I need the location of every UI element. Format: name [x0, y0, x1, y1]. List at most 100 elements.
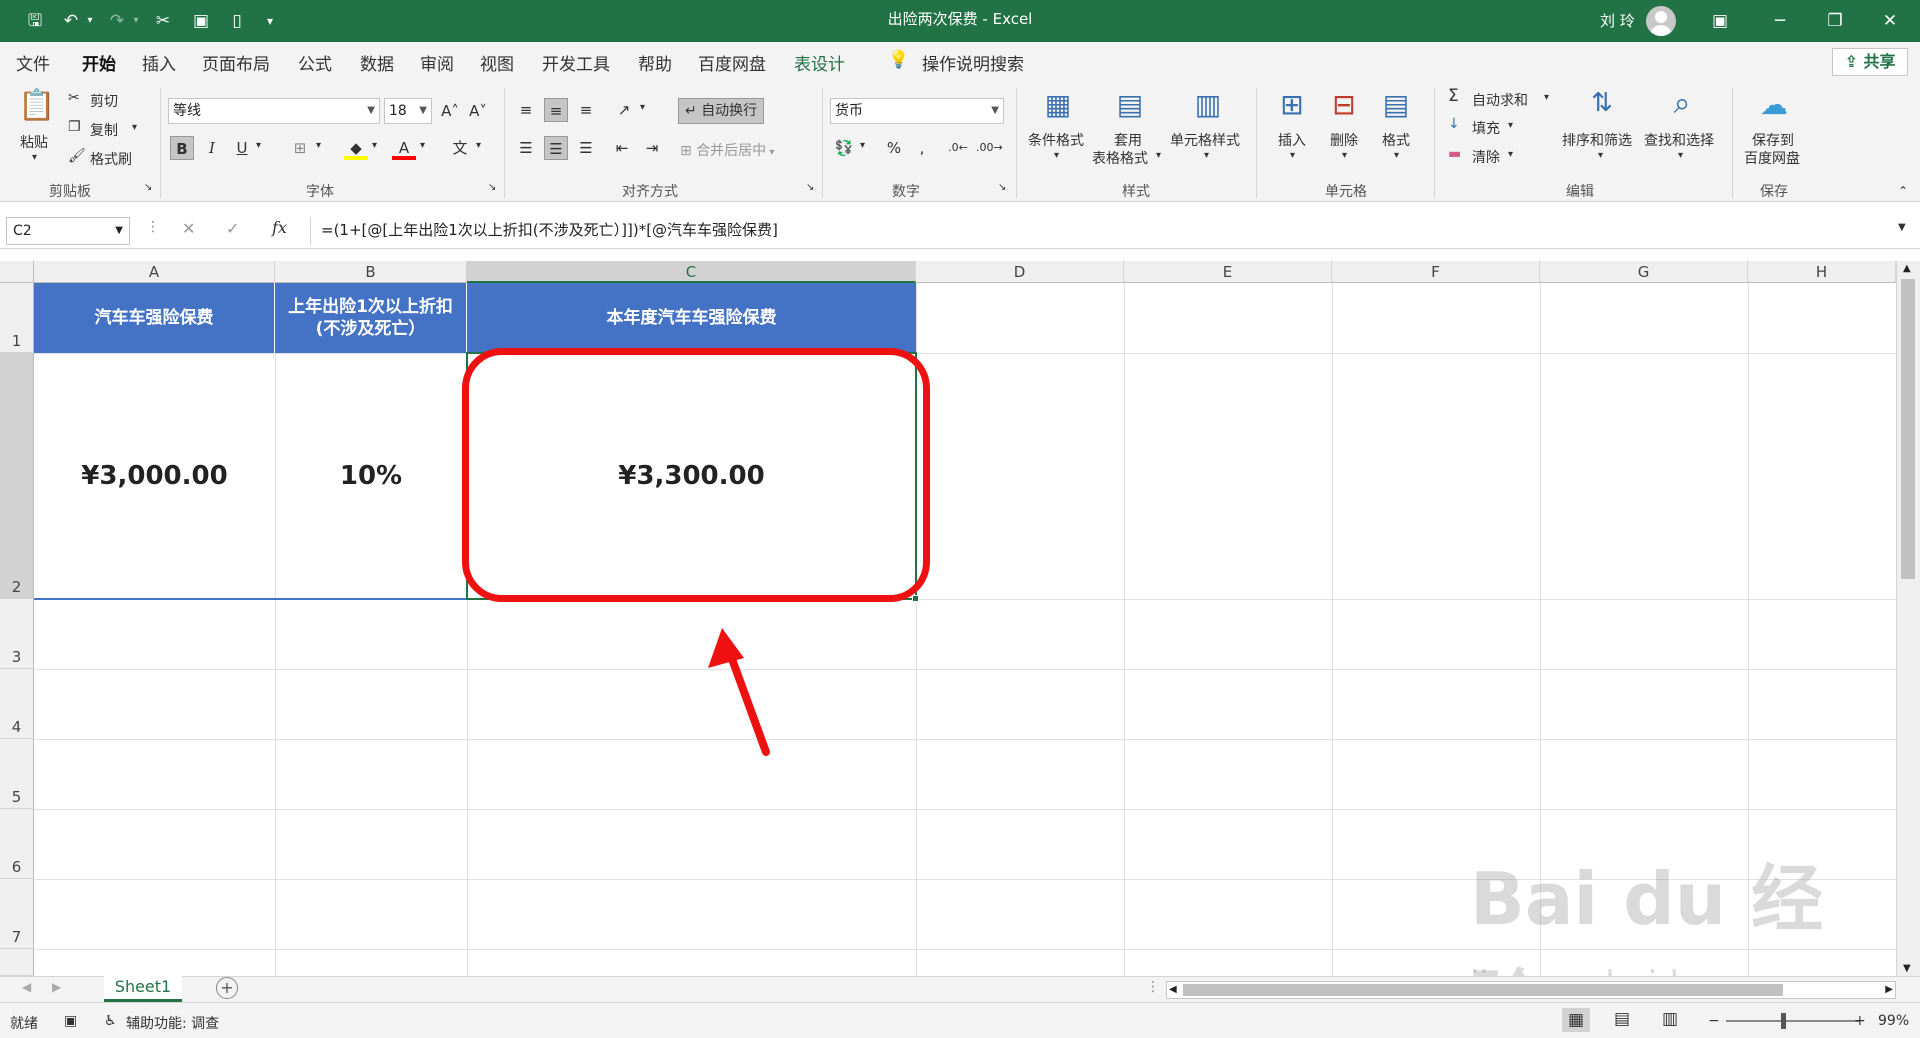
find-select-icon[interactable]: ⌕	[1664, 86, 1700, 121]
horizontal-scrollbar[interactable]: ◀ ▶	[1166, 981, 1896, 999]
ribbon-display-icon[interactable]: ▣	[1690, 0, 1750, 42]
increase-font-icon[interactable]: A˄	[438, 99, 462, 123]
number-format-select[interactable]: 货币 ▼	[830, 98, 1004, 124]
prev-sheet-icon[interactable]: ◀	[22, 980, 31, 994]
row-header-8[interactable]	[0, 949, 34, 976]
table-format-dropdown-icon[interactable]: ▾	[1156, 150, 1161, 161]
tab-home[interactable]: 开始	[82, 50, 116, 83]
font-name-select[interactable]: 等线 ▼	[168, 98, 380, 124]
align-bottom-icon[interactable]: ≡	[574, 98, 598, 122]
cut-icon-ribbon[interactable]: ✂	[68, 90, 80, 106]
table-format-icon[interactable]: ▤	[1112, 88, 1148, 121]
column-header-b[interactable]: B	[275, 261, 467, 283]
autosum-icon[interactable]: Σ	[1448, 86, 1459, 106]
copy-icon[interactable]: ❐	[68, 119, 81, 135]
column-header-h[interactable]: H	[1748, 261, 1896, 283]
insert-cells-icon[interactable]: ⊞	[1274, 88, 1310, 121]
sort-filter-icon[interactable]: ⇅	[1584, 88, 1620, 118]
tab-formulas[interactable]: 公式	[298, 50, 332, 75]
increase-indent-icon[interactable]: ⇥	[640, 136, 664, 160]
bold-button[interactable]: B	[170, 136, 194, 160]
h-scroll-thumb[interactable]	[1183, 984, 1783, 996]
table-header-cell-b[interactable]: 上年出险1次以上折扣 (不涉及死亡）	[275, 283, 467, 353]
delete-dropdown-icon[interactable]: ▾	[1342, 150, 1347, 161]
next-sheet-icon[interactable]: ▶	[52, 980, 61, 994]
tell-me-search[interactable]: 操作说明搜索	[922, 50, 1024, 75]
fill-color-dropdown-icon[interactable]: ▾	[372, 140, 377, 151]
scroll-down-icon[interactable]: ▼	[1903, 963, 1911, 974]
percent-button[interactable]: %	[882, 136, 906, 160]
page-layout-view-icon[interactable]: ▤	[1614, 1009, 1630, 1029]
font-size-select[interactable]: 18 ▼	[384, 98, 432, 124]
column-header-e[interactable]: E	[1124, 261, 1332, 283]
font-launcher-icon[interactable]: ↘	[488, 182, 496, 193]
restore-icon[interactable]: ❐	[1805, 0, 1865, 42]
zoom-in-icon[interactable]: +	[1854, 1013, 1866, 1029]
sort-filter-dropdown-icon[interactable]: ▾	[1598, 150, 1603, 161]
table-format-line2[interactable]: 表格格式	[1092, 148, 1148, 168]
minimize-icon[interactable]: ─	[1750, 0, 1810, 42]
borders-dropdown-icon[interactable]: ▾	[316, 140, 321, 151]
tab-review[interactable]: 审阅	[420, 50, 454, 75]
fill-icon[interactable]: ↓	[1448, 116, 1460, 132]
insert-cells-button[interactable]: 插入	[1278, 130, 1306, 150]
align-right-icon[interactable]: ☰	[574, 136, 598, 160]
tab-table-design[interactable]: 表设计	[794, 50, 845, 75]
tab-insert[interactable]: 插入	[142, 50, 176, 75]
format-cells-button[interactable]: 格式	[1382, 130, 1410, 150]
format-dropdown-icon[interactable]: ▾	[1394, 150, 1399, 161]
column-header-d[interactable]: D	[916, 261, 1124, 283]
expand-formula-icon[interactable]: ▼	[1898, 222, 1906, 233]
phonetic-dropdown-icon[interactable]: ▾	[476, 140, 481, 151]
borders-icon[interactable]: ⊞	[288, 136, 312, 160]
fill-color-icon[interactable]: ◆	[344, 136, 368, 160]
decrease-decimal-icon[interactable]: .00→	[976, 136, 1003, 160]
cell-b2[interactable]: 10%	[275, 353, 467, 599]
lightbulb-icon[interactable]: 💡	[888, 50, 909, 70]
normal-view-icon[interactable]: ▦	[1562, 1008, 1591, 1032]
copy-dropdown-icon[interactable]: ▾	[132, 122, 137, 133]
clear-dropdown-icon[interactable]: ▾	[1508, 149, 1513, 160]
comma-icon[interactable]: ,	[910, 136, 934, 160]
cell-styles-icon[interactable]: ▥	[1190, 88, 1226, 121]
name-box[interactable]: C2 ▼	[6, 217, 130, 245]
save-netdisk-line1[interactable]: 保存到	[1752, 130, 1794, 150]
add-sheet-icon[interactable]: +	[216, 977, 238, 999]
find-select-dropdown-icon[interactable]: ▾	[1678, 150, 1683, 161]
row-header-7[interactable]: 7	[0, 879, 34, 949]
orientation-dropdown-icon[interactable]: ▾	[640, 102, 645, 113]
orientation-icon[interactable]: ↗	[612, 98, 636, 122]
accessibility-icon[interactable]: ♿	[104, 1013, 117, 1029]
page-break-view-icon[interactable]: ▥	[1662, 1009, 1678, 1029]
conditional-format-icon[interactable]: ▦	[1040, 88, 1076, 121]
clear-icon[interactable]: ▬	[1448, 146, 1461, 162]
tab-data[interactable]: 数据	[360, 50, 394, 75]
row-header-6[interactable]: 6	[0, 809, 34, 879]
zoom-level[interactable]: 99%	[1878, 1013, 1909, 1029]
cell-a2[interactable]: ¥3,000.00	[34, 353, 275, 599]
cut-button[interactable]: 剪切	[90, 91, 118, 111]
fill-dropdown-icon[interactable]: ▾	[1508, 120, 1513, 131]
cancel-formula-icon[interactable]: ✕	[182, 219, 195, 238]
row-header-1[interactable]: 1	[0, 283, 34, 353]
select-all-corner[interactable]	[0, 261, 34, 283]
autosum-button[interactable]: 自动求和	[1472, 90, 1528, 110]
table-header-cell-c[interactable]: 本年度汽车车强险保费	[467, 283, 916, 353]
zoom-slider-knob[interactable]	[1781, 1013, 1786, 1029]
font-color-dropdown-icon[interactable]: ▾	[420, 140, 425, 151]
enter-formula-icon[interactable]: ✓	[226, 219, 239, 238]
column-header-f[interactable]: F	[1332, 261, 1540, 283]
share-button[interactable]: ⇪ 共享	[1832, 48, 1908, 76]
tab-page-layout[interactable]: 页面布局	[202, 50, 270, 75]
underline-dropdown-icon[interactable]: ▾	[256, 140, 261, 151]
delete-cells-icon[interactable]: ⊟	[1326, 88, 1362, 121]
tab-help[interactable]: 帮助	[638, 50, 672, 75]
delete-cells-button[interactable]: 删除	[1330, 130, 1358, 150]
italic-button[interactable]: I	[200, 136, 224, 160]
user-name[interactable]: 刘 玲	[1600, 10, 1635, 31]
vertical-scrollbar[interactable]: ▲ ▼	[1896, 261, 1920, 976]
close-icon[interactable]: ✕	[1860, 0, 1920, 42]
decrease-font-icon[interactable]: A˅	[466, 99, 490, 123]
tab-developer[interactable]: 开发工具	[542, 50, 610, 75]
align-middle-icon[interactable]: ≡	[544, 98, 568, 122]
